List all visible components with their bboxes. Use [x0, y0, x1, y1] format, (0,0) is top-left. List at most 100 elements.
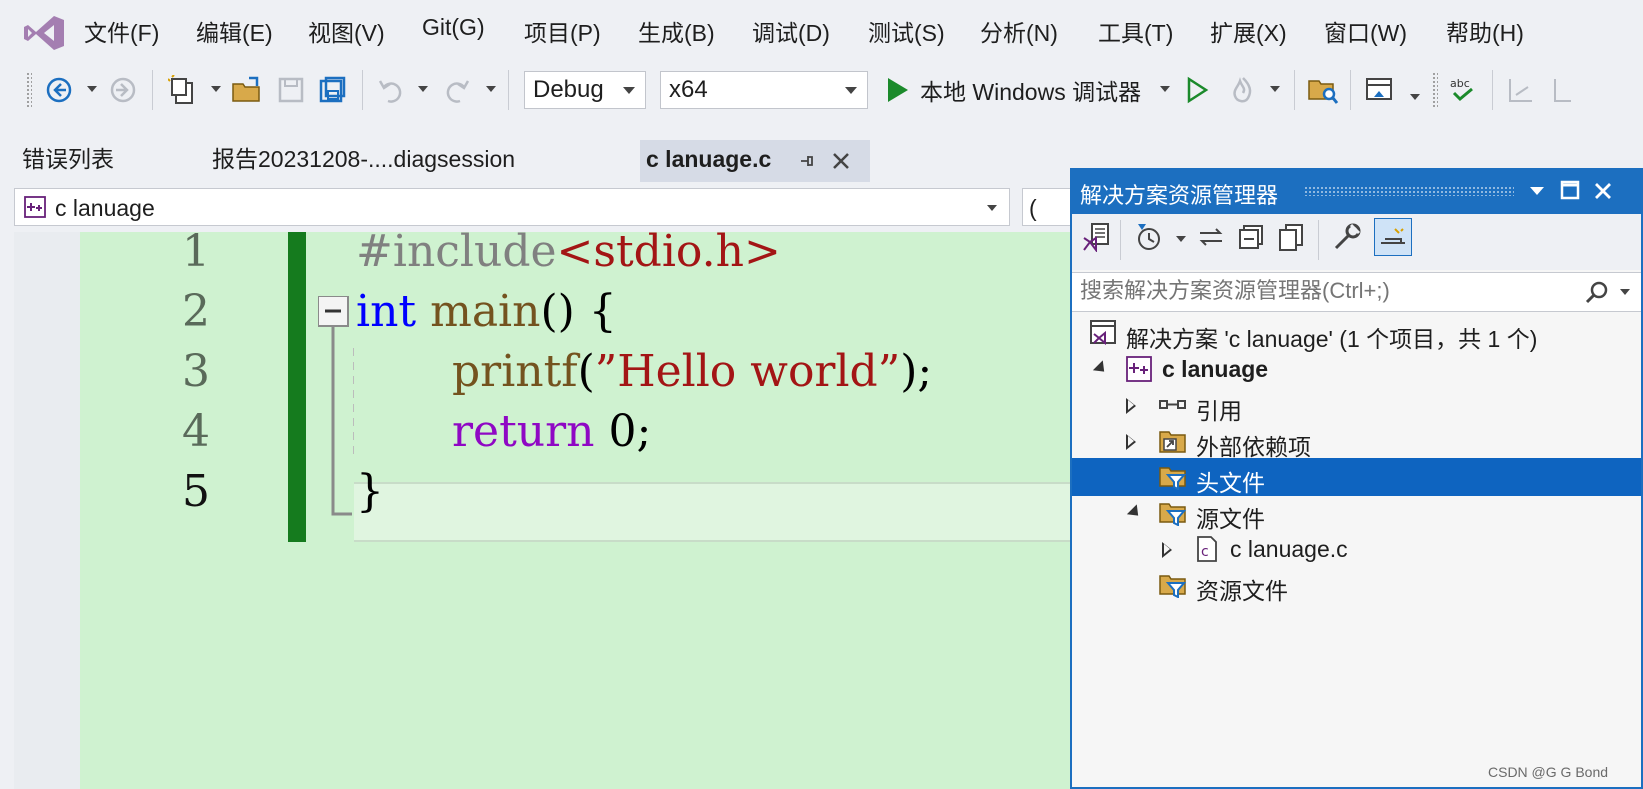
tree-item-label: c lanuage.c: [1230, 536, 1348, 562]
new-project-icon[interactable]: [166, 73, 200, 107]
tree-item-references[interactable]: 引用: [1072, 386, 1641, 424]
menu-build[interactable]: 生成(B): [638, 14, 715, 48]
menu-extensions[interactable]: 扩展(X): [1210, 14, 1287, 48]
code-token: );: [900, 346, 933, 397]
new-dropdown-icon[interactable]: [211, 86, 221, 92]
start-debugging-button[interactable]: 本地 Windows 调试器: [884, 74, 1141, 106]
properties-icon[interactable]: [1330, 220, 1364, 254]
code-token: #include: [356, 226, 557, 277]
menu-view[interactable]: 视图(V): [308, 14, 385, 48]
tab-c-lanuage-c[interactable]: c lanuage.c: [640, 140, 870, 182]
back-icon[interactable]: [42, 73, 76, 107]
code-line-1: #include<stdio.h>: [356, 222, 781, 282]
platform-dropdown[interactable]: x64: [660, 71, 868, 109]
toolbar-separator: [362, 70, 363, 110]
switch-views-icon[interactable]: [1080, 220, 1114, 254]
menu-edit[interactable]: 编辑(E): [196, 14, 273, 48]
save-icon[interactable]: [274, 73, 308, 107]
close-tab-icon[interactable]: [830, 150, 852, 172]
menu-help[interactable]: 帮助(H): [1446, 14, 1524, 48]
line-number: 3: [182, 346, 210, 397]
search-icon[interactable]: [1584, 280, 1610, 306]
menu-tools[interactable]: 工具(T): [1098, 14, 1173, 48]
tree-item-source-files[interactable]: 源文件: [1072, 494, 1641, 532]
save-all-icon[interactable]: [316, 73, 350, 107]
search-options-dropdown-icon[interactable]: [1620, 289, 1630, 295]
forward-icon[interactable]: [106, 73, 140, 107]
tree-item-project[interactable]: c lanuage: [1072, 350, 1641, 388]
filter-dropdown-icon[interactable]: [1176, 236, 1186, 242]
browser-link-icon[interactable]: [1362, 73, 1396, 107]
menu-test[interactable]: 测试(S): [868, 14, 945, 48]
pin-icon[interactable]: [798, 152, 816, 170]
tree-item-resource-files[interactable]: 资源文件: [1072, 566, 1641, 604]
window-position-dropdown-icon[interactable]: [1530, 187, 1544, 195]
menu-project[interactable]: 项目(P): [524, 14, 601, 48]
tree-item-external-deps[interactable]: 外部依赖项: [1072, 422, 1641, 460]
hot-reload-dropdown-icon[interactable]: [1270, 86, 1280, 92]
outlining-region: [318, 296, 354, 516]
redo-icon[interactable]: [440, 73, 474, 107]
show-all-files-icon[interactable]: [1274, 220, 1308, 254]
solution-explorer-title-bar[interactable]: 解决方案资源管理器: [1070, 168, 1643, 214]
close-panel-icon[interactable]: [1592, 180, 1614, 202]
tree-item-label: c lanuage: [1162, 356, 1269, 382]
expanded-arrow-icon[interactable]: [1126, 504, 1144, 521]
solution-explorer-title: 解决方案资源管理器: [1080, 183, 1279, 208]
undo-icon[interactable]: [374, 73, 408, 107]
back-dropdown-icon[interactable]: [87, 86, 97, 92]
maximize-icon[interactable]: [1560, 180, 1580, 200]
tree-item-solution[interactable]: 解决方案 'c lanuage' (1 个项目，共 1 个): [1072, 314, 1641, 352]
browser-dropdown-icon[interactable]: [1410, 94, 1420, 100]
collapse-all-icon[interactable]: [1234, 220, 1268, 254]
debugger-dropdown-icon[interactable]: [1160, 86, 1170, 92]
find-in-files-icon[interactable]: [1306, 73, 1340, 107]
comment-icon[interactable]: [1504, 73, 1538, 107]
code-token: printf: [452, 346, 578, 397]
collapse-main-icon[interactable]: [318, 296, 350, 328]
redo-dropdown-icon[interactable]: [486, 86, 496, 92]
tab-error-list[interactable]: 错误列表: [22, 140, 114, 174]
start-without-debugging-icon[interactable]: [1180, 73, 1214, 107]
solution-config-dropdown[interactable]: Debug: [524, 71, 646, 109]
menu-analyze[interactable]: 分析(N): [980, 14, 1058, 48]
arrow-hollow-fill: [1164, 544, 1170, 554]
line-number: 2: [182, 286, 210, 337]
c-file-icon: c: [1197, 536, 1217, 562]
menu-git[interactable]: Git(G): [422, 14, 485, 41]
tree-item-label: 资源文件: [1196, 578, 1288, 604]
code-token: int: [356, 286, 417, 337]
tree-item-label: 源文件: [1196, 506, 1265, 532]
preview-selected-items-button[interactable]: [1374, 218, 1412, 256]
pending-changes-filter-icon[interactable]: [1132, 220, 1166, 254]
tree-item-c-file[interactable]: c c lanuage.c: [1072, 530, 1641, 568]
menu-file[interactable]: 文件(F): [84, 14, 159, 48]
spell-check-icon[interactable]: abc: [1446, 73, 1480, 107]
code-line-2: int main() {: [356, 282, 617, 342]
sync-with-active-document-icon[interactable]: [1194, 220, 1228, 254]
toolbar-separator: [1318, 220, 1319, 260]
svg-text:c: c: [1201, 544, 1209, 560]
chevron-down-icon: [987, 205, 997, 211]
solution-icon: [1090, 320, 1116, 346]
code-token: return: [452, 406, 595, 457]
solution-explorer-search-box[interactable]: [1072, 272, 1641, 312]
watermark-text: CSDN @G G Bond: [1488, 764, 1609, 780]
toolbar-grip[interactable]: [26, 72, 32, 108]
expanded-arrow-icon[interactable]: [1092, 360, 1110, 377]
uncomment-icon[interactable]: [1550, 73, 1578, 107]
solution-explorer-search-input[interactable]: [1072, 273, 1568, 309]
navbar-project-name: c lanuage: [55, 195, 155, 221]
tab-diagsession[interactable]: 报告20231208-....diagsession: [212, 140, 515, 174]
menu-window[interactable]: 窗口(W): [1324, 14, 1407, 48]
toolbar-separator: [1350, 70, 1351, 110]
menu-debug[interactable]: 调试(D): [752, 14, 830, 48]
code-token: ”Hello world”: [594, 346, 901, 397]
hot-reload-icon[interactable]: [1226, 73, 1260, 107]
toolbar-grip[interactable]: [1432, 72, 1438, 108]
navigation-bar-project-dropdown[interactable]: c lanuage: [14, 188, 1010, 226]
tree-item-header-files[interactable]: 头文件: [1072, 458, 1641, 496]
open-folder-icon[interactable]: [230, 73, 264, 107]
toolbar-separator: [508, 70, 509, 110]
undo-dropdown-icon[interactable]: [418, 86, 428, 92]
